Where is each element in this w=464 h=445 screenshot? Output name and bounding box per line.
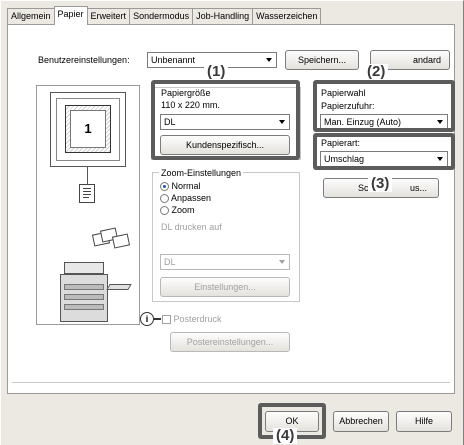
- callout-1-label: (1): [204, 64, 229, 80]
- save-settings-button[interactable]: Speichern...: [285, 50, 359, 70]
- tab-strip: Allgemein Papier Erweitert Sondermodus J…: [7, 6, 322, 25]
- radio-normal[interactable]: [160, 182, 169, 192]
- zoom-option-zoom-label: Zoom: [171, 205, 195, 215]
- tab-wasserzeichen[interactable]: Wasserzeichen: [252, 8, 322, 24]
- poster-checkbox[interactable]: Posterdruck: [162, 314, 222, 325]
- callout-3-frame: [313, 133, 455, 170]
- print-on-value: DL: [164, 257, 176, 267]
- zoom-settings-button[interactable]: Einstellungen...: [160, 277, 290, 297]
- zoom-option-fit[interactable]: Anpassen: [160, 193, 212, 204]
- poster-settings-button[interactable]: Postereinstellungen...: [170, 332, 290, 352]
- info-icon: i: [140, 312, 154, 326]
- tab-erweitert[interactable]: Erweitert: [86, 8, 131, 24]
- paper-type-button-right: us...: [410, 183, 428, 193]
- callout-1-frame: [151, 80, 300, 160]
- page-number: 1: [70, 110, 106, 148]
- zoom-option-normal[interactable]: Normal: [160, 181, 201, 192]
- callout-2-label: (2): [364, 64, 389, 80]
- poster-checkbox-box[interactable]: [162, 315, 171, 325]
- callout-4-label: (4): [273, 428, 298, 444]
- radio-zoom[interactable]: [160, 206, 169, 216]
- preview-connector: [87, 167, 88, 185]
- print-on-select[interactable]: DL: [160, 254, 290, 270]
- page-frame: 1: [65, 105, 111, 153]
- callout-2-frame: [313, 80, 455, 132]
- tab-papier[interactable]: Papier: [53, 6, 88, 25]
- envelopes-icon: [91, 225, 133, 251]
- help-button[interactable]: Hilfe: [396, 411, 452, 432]
- chevron-down-icon: [266, 58, 272, 62]
- zoom-option-fit-label: Anpassen: [171, 193, 212, 203]
- user-settings-value: Unbenannt: [151, 55, 196, 65]
- zoom-option-zoom[interactable]: Zoom: [160, 205, 195, 216]
- poster-checkbox-label: Posterdruck: [173, 314, 222, 324]
- tab-sondermodus[interactable]: Sondermodus: [129, 8, 194, 24]
- user-settings-label: Benutzereinstellungen:: [38, 55, 130, 65]
- printer-icon: [60, 262, 132, 324]
- panel-divider: [12, 382, 450, 383]
- zoom-option-normal-label: Normal: [171, 181, 201, 191]
- page-preview: 1: [50, 92, 126, 167]
- radio-fit[interactable]: [160, 194, 169, 204]
- callout-3-label: (3): [368, 176, 393, 192]
- chevron-down-icon: [279, 260, 285, 264]
- tab-allgemein[interactable]: Allgemein: [7, 8, 55, 24]
- document-icon: [79, 184, 95, 203]
- info-arrow-icon: [153, 318, 161, 320]
- print-on-label: DL drucken auf: [161, 222, 222, 232]
- tab-job-handling[interactable]: Job-Handling: [192, 8, 254, 24]
- zoom-title: Zoom-Einstellungen: [159, 168, 244, 178]
- cancel-button[interactable]: Abbrechen: [333, 411, 389, 432]
